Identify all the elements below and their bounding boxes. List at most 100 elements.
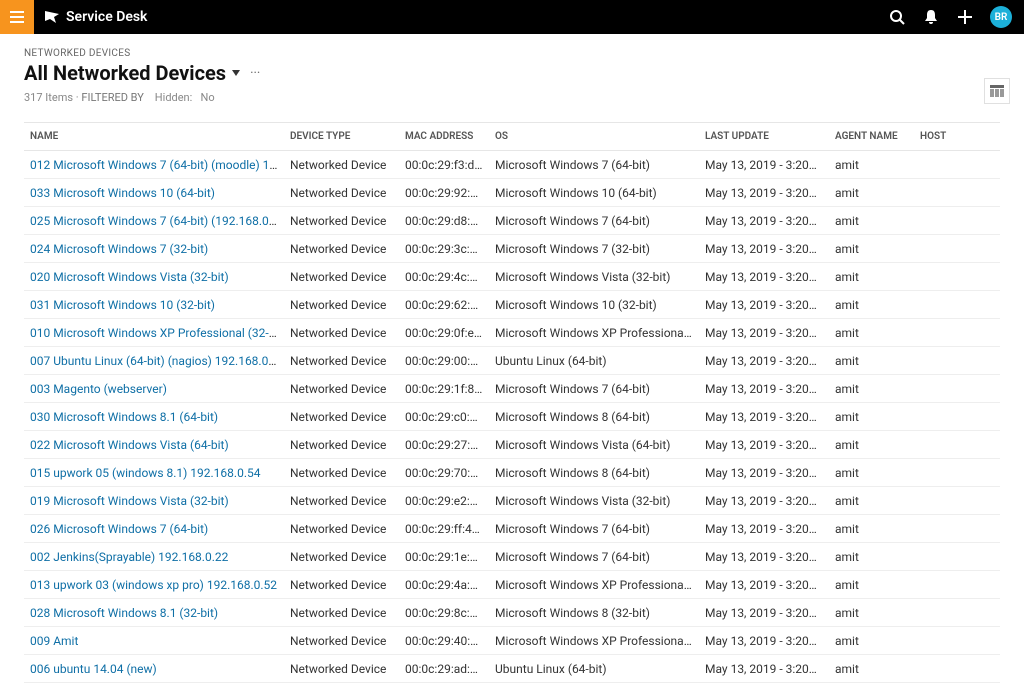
cell-agent-name: amit bbox=[829, 347, 914, 375]
table-row[interactable]: 015 upwork 05 (windows 8.1) 192.168.0.54… bbox=[24, 459, 1000, 487]
search-icon bbox=[889, 9, 905, 25]
device-name-link[interactable]: 019 Microsoft Windows Vista (32-bit) bbox=[30, 494, 229, 508]
table-row[interactable]: 002 Jenkins(Sprayable) 192.168.0.22 Netwo… bbox=[24, 543, 1000, 571]
cell-agent-name: amit bbox=[829, 375, 914, 403]
cell-mac: 00:0c:29:3c:06:fc bbox=[399, 235, 489, 263]
cell-mac: 00:0c:29:4a:22:ff bbox=[399, 571, 489, 599]
table-row[interactable]: 033 Microsoft Windows 10 (64-bit)Network… bbox=[24, 179, 1000, 207]
device-name-link[interactable]: 026 Microsoft Windows 7 (64-bit) bbox=[30, 522, 208, 536]
user-avatar[interactable]: BR bbox=[990, 6, 1012, 28]
device-name-link[interactable]: 006 ubuntu 14.04 (new) bbox=[30, 662, 157, 676]
view-columns-button[interactable] bbox=[984, 78, 1010, 104]
device-name-link[interactable]: 010 Microsoft Windows XP Professional (3… bbox=[30, 326, 284, 340]
cell-agent-name: amit bbox=[829, 459, 914, 487]
title-dropdown-caret[interactable] bbox=[232, 70, 240, 76]
device-name-link[interactable]: 003 Magento (webserver) bbox=[30, 382, 167, 396]
cell-host bbox=[914, 571, 1000, 599]
cell-host bbox=[914, 347, 1000, 375]
brand-icon bbox=[44, 9, 60, 25]
cell-device-type: Networked Device bbox=[284, 263, 399, 291]
cell-mac: 00:0c:29:0f:e0:49 bbox=[399, 319, 489, 347]
cell-host bbox=[914, 459, 1000, 487]
cell-mac: 00:0c:29:92:00:ba bbox=[399, 179, 489, 207]
cell-os: Microsoft Windows XP Professional (32-bi… bbox=[489, 627, 699, 655]
cell-host bbox=[914, 375, 1000, 403]
device-name-link[interactable]: 015 upwork 05 (windows 8.1) 192.168.0.54 bbox=[30, 466, 260, 480]
col-header-name[interactable]: NAME bbox=[24, 123, 284, 151]
table-row[interactable]: 024 Microsoft Windows 7 (32-bit)Networke… bbox=[24, 235, 1000, 263]
cell-agent-name: amit bbox=[829, 599, 914, 627]
cell-agent-name: amit bbox=[829, 179, 914, 207]
cell-last-update: May 13, 2019 - 3:20PM bbox=[699, 235, 829, 263]
cell-device-type: Networked Device bbox=[284, 543, 399, 571]
cell-mac: 00:0c:29:70:16:5c bbox=[399, 459, 489, 487]
cell-host bbox=[914, 319, 1000, 347]
table-row[interactable]: 009 AmitNetworked Device00:0c:29:40:0a:2… bbox=[24, 627, 1000, 655]
cell-mac: 00:0c:29:4c:cc:56 bbox=[399, 263, 489, 291]
cell-last-update: May 13, 2019 - 3:20PM bbox=[699, 291, 829, 319]
col-header-agent-name[interactable]: AGENT NAME bbox=[829, 123, 914, 151]
table-row[interactable]: 031 Microsoft Windows 10 (32-bit)Network… bbox=[24, 291, 1000, 319]
table-row[interactable]: 020 Microsoft Windows Vista (32-bit) Netw… bbox=[24, 263, 1000, 291]
device-name-link[interactable]: 020 Microsoft Windows Vista (32-bit) bbox=[30, 270, 229, 284]
device-name-link[interactable]: 028 Microsoft Windows 8.1 (32-bit) bbox=[30, 606, 218, 620]
more-actions[interactable]: ··· bbox=[246, 66, 260, 81]
col-header-device-type[interactable]: DEVICE TYPE bbox=[284, 123, 399, 151]
cell-agent-name: amit bbox=[829, 263, 914, 291]
table-row[interactable]: 028 Microsoft Windows 8.1 (32-bit) Networ… bbox=[24, 599, 1000, 627]
add-button[interactable] bbox=[956, 8, 974, 26]
page-title[interactable]: All Networked Devices bbox=[24, 61, 226, 85]
device-name-link[interactable]: 022 Microsoft Windows Vista (64-bit) bbox=[30, 438, 229, 452]
cell-last-update: May 13, 2019 - 3:20PM bbox=[699, 655, 829, 683]
col-header-os[interactable]: OS bbox=[489, 123, 699, 151]
device-name-link[interactable]: 013 upwork 03 (windows xp pro) 192.168.0… bbox=[30, 578, 277, 592]
hamburger-icon bbox=[10, 11, 24, 23]
search-button[interactable] bbox=[888, 8, 906, 26]
cell-host bbox=[914, 431, 1000, 459]
hamburger-menu[interactable] bbox=[0, 0, 34, 34]
cell-mac: 00:0c:29:d8:10:23 bbox=[399, 207, 489, 235]
table-row[interactable]: 025 Microsoft Windows 7 (64-bit) (192.16… bbox=[24, 207, 1000, 235]
device-name-link[interactable]: 009 Amit bbox=[30, 634, 78, 648]
col-header-last-update[interactable]: LAST UPDATE bbox=[699, 123, 829, 151]
cell-agent-name: amit bbox=[829, 207, 914, 235]
table-row[interactable]: 013 upwork 03 (windows xp pro) 192.168.0… bbox=[24, 571, 1000, 599]
cell-device-type: Networked Device bbox=[284, 319, 399, 347]
table-row[interactable]: 030 Microsoft Windows 8.1 (64-bit)Networ… bbox=[24, 403, 1000, 431]
device-name-link[interactable]: 033 Microsoft Windows 10 (64-bit) bbox=[30, 186, 215, 200]
cell-host bbox=[914, 599, 1000, 627]
cell-last-update: May 13, 2019 - 3:20PM bbox=[699, 375, 829, 403]
notifications-button[interactable] bbox=[922, 8, 940, 26]
device-name-link[interactable]: 025 Microsoft Windows 7 (64-bit) (192.16… bbox=[30, 214, 284, 228]
cell-host bbox=[914, 291, 1000, 319]
filter-value[interactable]: No bbox=[201, 91, 215, 104]
table-row[interactable]: 026 Microsoft Windows 7 (64-bit) Networke… bbox=[24, 515, 1000, 543]
table-row[interactable]: 006 ubuntu 14.04 (new)Networked Device00… bbox=[24, 655, 1000, 683]
cell-mac: 00:0c:29:27:2e:5c bbox=[399, 431, 489, 459]
cell-host bbox=[914, 515, 1000, 543]
device-name-link[interactable]: 030 Microsoft Windows 8.1 (64-bit) bbox=[30, 410, 218, 424]
col-header-mac[interactable]: MAC ADDRESS bbox=[399, 123, 489, 151]
cell-device-type: Networked Device bbox=[284, 347, 399, 375]
table-row[interactable]: 003 Magento (webserver)Networked Device0… bbox=[24, 375, 1000, 403]
device-name-link[interactable]: 002 Jenkins(Sprayable) 192.168.0.22 bbox=[30, 550, 228, 564]
cell-device-type: Networked Device bbox=[284, 515, 399, 543]
table-row[interactable]: 022 Microsoft Windows Vista (64-bit)Netw… bbox=[24, 431, 1000, 459]
cell-host bbox=[914, 627, 1000, 655]
cell-mac: 00:0c:29:f3:d0:58 bbox=[399, 151, 489, 179]
device-name-link[interactable]: 031 Microsoft Windows 10 (32-bit) bbox=[30, 298, 215, 312]
device-name-link[interactable]: 007 Ubuntu Linux (64-bit) (nagios) 192.1… bbox=[30, 354, 284, 368]
table-row[interactable]: 007 Ubuntu Linux (64-bit) (nagios) 192.1… bbox=[24, 347, 1000, 375]
device-name-link[interactable]: 012 Microsoft Windows 7 (64-bit) (moodle… bbox=[30, 158, 284, 172]
cell-agent-name: amit bbox=[829, 543, 914, 571]
cell-last-update: May 13, 2019 - 3:20PM bbox=[699, 403, 829, 431]
cell-mac: 00:0c:29:ad:b3:43 bbox=[399, 655, 489, 683]
cell-host bbox=[914, 179, 1000, 207]
table-row[interactable]: 012 Microsoft Windows 7 (64-bit) (moodle… bbox=[24, 151, 1000, 179]
table-row[interactable]: 010 Microsoft Windows XP Professional (3… bbox=[24, 319, 1000, 347]
cell-device-type: Networked Device bbox=[284, 599, 399, 627]
device-name-link[interactable]: 024 Microsoft Windows 7 (32-bit) bbox=[30, 242, 208, 256]
table-row[interactable]: 019 Microsoft Windows Vista (32-bit)Netw… bbox=[24, 487, 1000, 515]
filter-field[interactable]: Hidden: bbox=[155, 91, 193, 104]
col-header-host[interactable]: HOST bbox=[914, 123, 1000, 151]
